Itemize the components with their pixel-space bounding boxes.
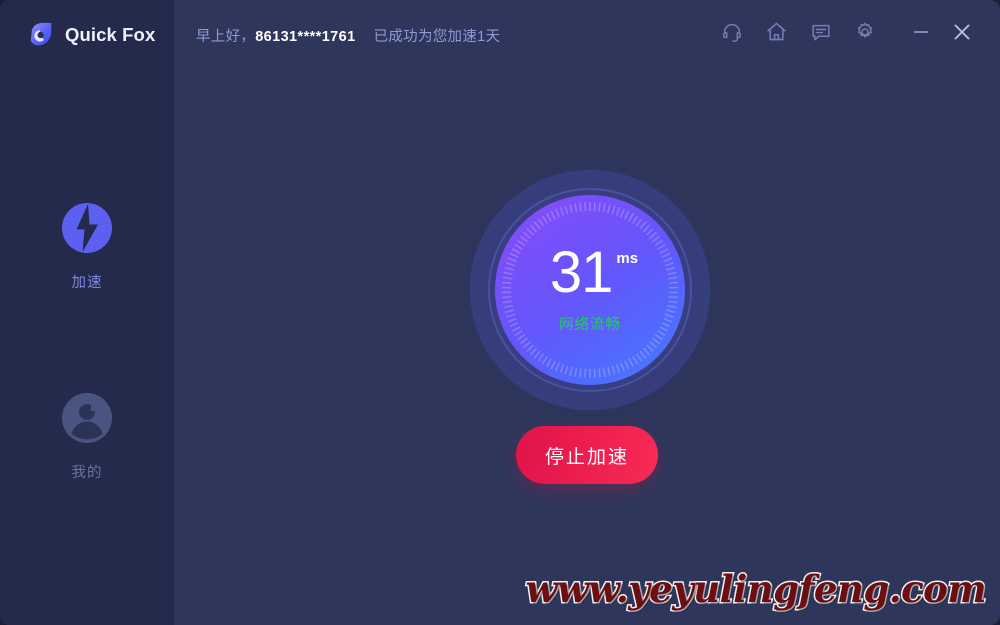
sidebar: Quick Fox 加速 我的 [0,0,174,625]
gear-icon[interactable] [854,21,876,43]
minimize-button[interactable] [910,21,932,43]
ping-unit: ms [616,249,639,267]
app-logo-text: Quick Fox [65,24,156,45]
user-avatar-icon [62,393,112,443]
message-icon[interactable] [810,21,832,43]
quickfox-window: Quick Fox 加速 我的 早上好，86131****1761 已成功为您加速… [0,0,1000,625]
home-icon[interactable] [765,20,788,43]
window-controls [910,20,974,44]
header-icon-group [721,20,876,43]
headset-icon[interactable] [721,21,743,43]
quickfox-logo-icon [30,22,52,46]
ping-gauge: 31 ms 网络流畅 [470,170,710,410]
greeting-text: 早上好， [196,29,256,45]
close-button[interactable] [950,20,974,44]
acceleration-status-note: 已成功为您加速1天 [373,29,501,45]
gauge-dial: 31 ms 网络流畅 [495,195,685,385]
account-number: 86131****1761 [255,29,356,45]
network-status-text: 网络流畅 [559,317,621,334]
sidebar-item-mine[interactable]: 我的 [0,389,174,482]
ping-value: 31 [549,239,614,305]
header-bar: 早上好，86131****1761 已成功为您加速1天 [174,0,1000,68]
gauge-readout: 31 ms 网络流畅 [495,195,685,385]
app-logo: Quick Fox [26,20,155,50]
greeting-line: 早上好，86131****1761 已成功为您加速1天 [196,25,500,46]
ping-value-row: 31 ms [549,239,639,305]
watermark-text: www.yeyulingfeng.com [524,566,988,613]
sidebar-item-mine-label: 我的 [71,465,103,481]
sidebar-item-accelerate[interactable]: 加速 [0,199,174,292]
sidebar-item-accelerate-label: 加速 [71,275,103,291]
stop-acceleration-button[interactable]: 停止加速 [516,426,658,484]
lightning-circle-icon [62,203,112,253]
